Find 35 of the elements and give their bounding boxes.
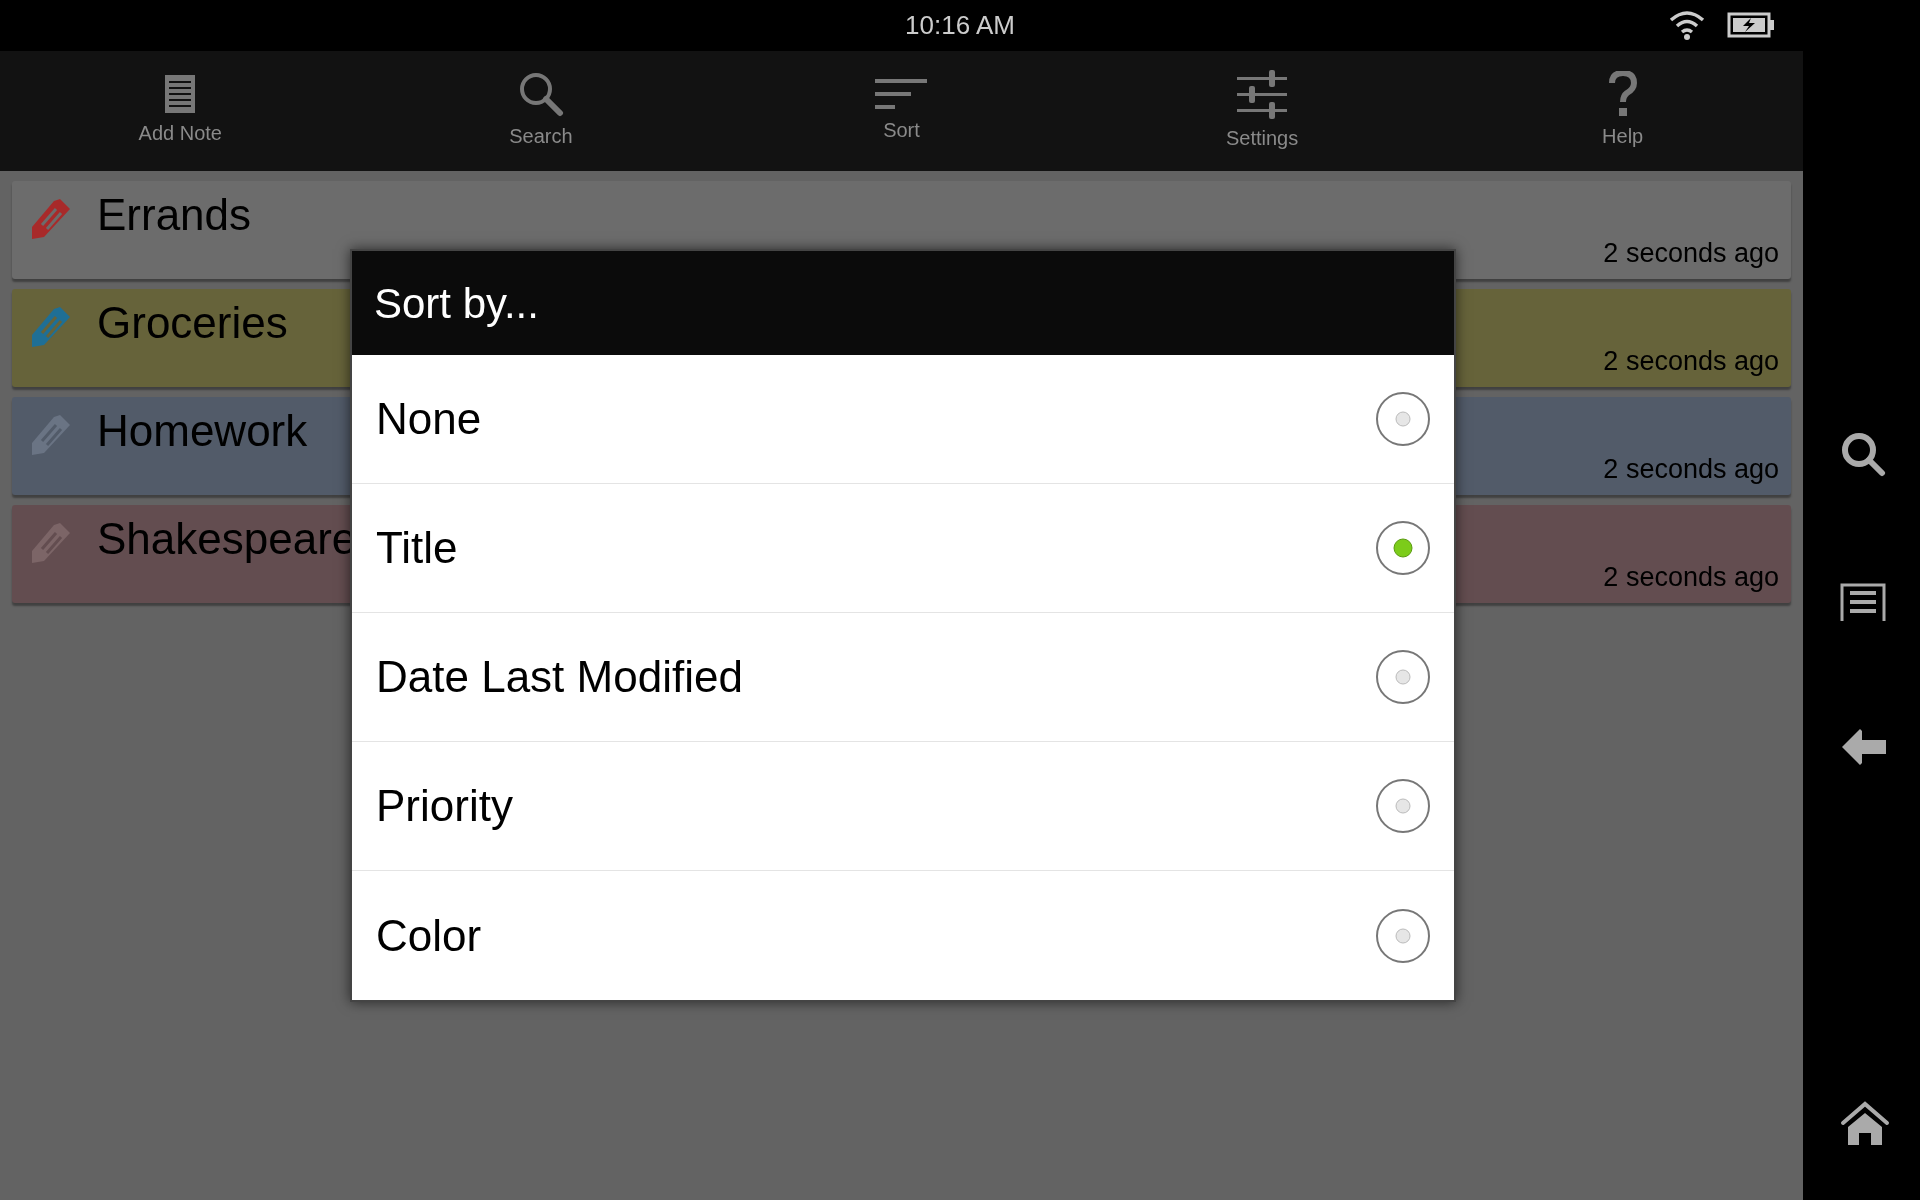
sort-icon bbox=[875, 77, 928, 111]
radio-button[interactable] bbox=[1374, 906, 1432, 965]
search-icon[interactable] bbox=[1840, 431, 1886, 477]
sliders-icon bbox=[1237, 69, 1288, 119]
note-title: Errands bbox=[97, 189, 252, 241]
note-icon bbox=[164, 74, 197, 114]
note-title: Groceries bbox=[97, 297, 288, 349]
toolbar-button[interactable]: Help bbox=[1442, 51, 1803, 171]
sort-option[interactable]: Priority bbox=[352, 742, 1454, 871]
radio-button[interactable] bbox=[1374, 648, 1432, 706]
back-arrow-icon[interactable] bbox=[1840, 727, 1888, 767]
sort-option[interactable]: Date Last Modified bbox=[352, 613, 1454, 742]
toolbar-button[interactable]: Add Note bbox=[0, 51, 361, 171]
home-icon[interactable] bbox=[1840, 1101, 1890, 1147]
sort-option[interactable]: Title bbox=[352, 484, 1454, 613]
note-timestamp: 2 seconds ago bbox=[1603, 560, 1779, 594]
sort-option[interactable]: Color bbox=[352, 871, 1454, 1000]
sort-option[interactable]: None bbox=[352, 355, 1454, 484]
radio-button[interactable] bbox=[1374, 390, 1432, 448]
toolbar-button[interactable]: Search bbox=[360, 51, 722, 171]
radio-button[interactable] bbox=[1374, 519, 1432, 577]
radio-button[interactable] bbox=[1374, 777, 1432, 835]
menu-icon[interactable] bbox=[1840, 581, 1886, 621]
battery-charging-icon bbox=[1727, 12, 1775, 38]
question-mark-icon bbox=[1608, 71, 1637, 117]
search-icon bbox=[517, 71, 564, 117]
dialog-title: Sort by... bbox=[374, 278, 539, 329]
note-timestamp: 2 seconds ago bbox=[1603, 236, 1779, 270]
toolbar-button[interactable]: Settings bbox=[1081, 51, 1443, 171]
note-timestamp: 2 seconds ago bbox=[1603, 344, 1779, 378]
wifi-icon bbox=[1669, 10, 1705, 40]
status-time: 10:16 AM bbox=[905, 10, 1015, 40]
toolbar-button[interactable]: Sort bbox=[721, 51, 1082, 171]
note-title: Homework bbox=[97, 405, 308, 457]
note-timestamp: 2 seconds ago bbox=[1603, 452, 1779, 486]
